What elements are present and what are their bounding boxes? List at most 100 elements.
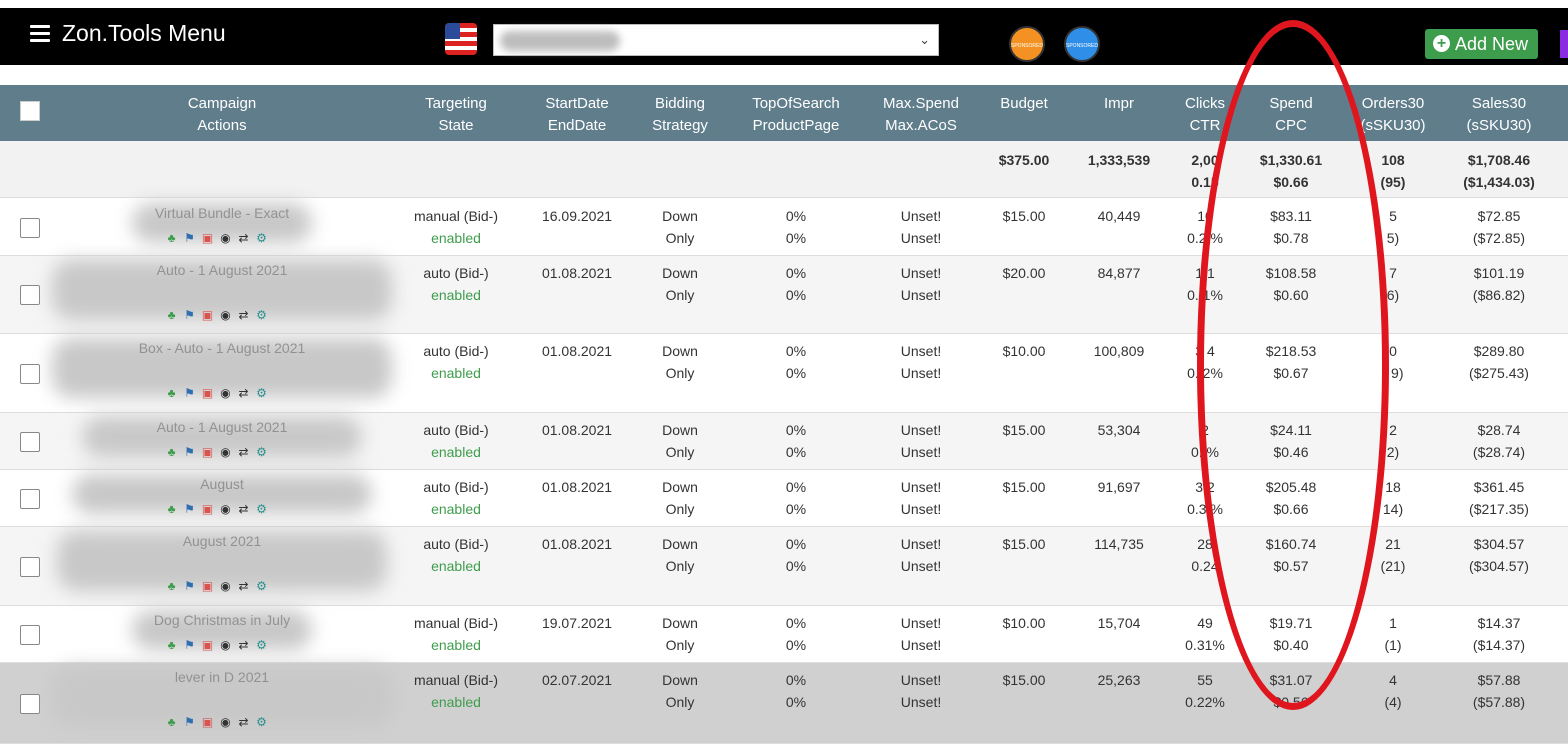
target-icon[interactable]: ◉	[218, 445, 233, 460]
bid-tag[interactable]: (Bid-)	[464, 208, 498, 224]
campaigns-icon[interactable]: ♣	[164, 386, 179, 401]
budget[interactable]: $10.00	[984, 612, 1064, 634]
shuffle-icon[interactable]: ⇄	[236, 386, 251, 401]
megaphone-icon[interactable]: ⚑	[182, 502, 197, 517]
settings-icon[interactable]: ⚙	[254, 308, 269, 323]
col-top-of-search[interactable]: TopOfSearch ProductPage	[741, 93, 851, 137]
max-spend[interactable]: Unset! Unset!	[866, 476, 976, 520]
bid-tag[interactable]: (Bid-)	[464, 672, 498, 688]
report-icon[interactable]: ▣	[200, 231, 215, 246]
megaphone-icon[interactable]: ⚑	[182, 579, 197, 594]
target-icon[interactable]: ◉	[218, 386, 233, 401]
campaign-name[interactable]: lever in D 2021	[52, 669, 392, 685]
max-spend[interactable]: Unset! Unset!	[866, 340, 976, 384]
bid-tag[interactable]: (Bid-)	[464, 615, 498, 631]
report-icon[interactable]: ▣	[200, 386, 215, 401]
sponsored-brands-icon[interactable]: SPONSORED BRANDS	[1009, 26, 1045, 85]
budget[interactable]: $10.00	[984, 340, 1064, 362]
budget[interactable]: $15.00	[984, 669, 1064, 691]
settings-icon[interactable]: ⚙	[254, 445, 269, 460]
shuffle-icon[interactable]: ⇄	[236, 638, 251, 653]
campaign-state[interactable]: enabled	[390, 634, 522, 656]
row-checkbox[interactable]	[20, 557, 40, 577]
bidding-strategy[interactable]: Down Only	[630, 340, 730, 384]
us-flag-icon[interactable]	[445, 23, 477, 55]
settings-icon[interactable]: ⚙	[254, 231, 269, 246]
bidding-strategy[interactable]: Down Only	[630, 205, 730, 249]
bidding-strategy[interactable]: Down Only	[630, 669, 730, 713]
campaigns-icon[interactable]: ♣	[164, 445, 179, 460]
row-checkbox[interactable]	[20, 218, 40, 238]
shuffle-icon[interactable]: ⇄	[236, 308, 251, 323]
row-checkbox[interactable]	[20, 694, 40, 714]
settings-icon[interactable]: ⚙	[254, 638, 269, 653]
megaphone-icon[interactable]: ⚑	[182, 638, 197, 653]
col-campaign[interactable]: Campaign Actions	[162, 93, 282, 137]
bidding-strategy[interactable]: Down Only	[630, 262, 730, 306]
megaphone-icon[interactable]: ⚑	[182, 308, 197, 323]
col-dates[interactable]: StartDate EndDate	[527, 93, 627, 137]
col-bidding[interactable]: Bidding Strategy	[630, 93, 730, 137]
row-checkbox[interactable]	[20, 364, 40, 384]
campaigns-icon[interactable]: ♣	[164, 231, 179, 246]
shuffle-icon[interactable]: ⇄	[236, 715, 251, 730]
bid-tag[interactable]: (Bid-)	[454, 343, 488, 359]
placement-adjust[interactable]: 0% 0%	[741, 205, 851, 249]
budget[interactable]: $15.00	[984, 533, 1064, 555]
campaign-state[interactable]: enabled	[390, 362, 522, 384]
placement-adjust[interactable]: 0% 0%	[741, 262, 851, 306]
report-icon[interactable]: ▣	[200, 308, 215, 323]
target-icon[interactable]: ◉	[218, 231, 233, 246]
bid-tag[interactable]: (Bid-)	[454, 536, 488, 552]
target-icon[interactable]: ◉	[218, 715, 233, 730]
target-icon[interactable]: ◉	[218, 638, 233, 653]
bid-tag[interactable]: (Bid-)	[454, 265, 488, 281]
row-checkbox[interactable]	[20, 432, 40, 452]
placement-adjust[interactable]: 0% 0%	[741, 476, 851, 520]
bid-tag[interactable]: (Bid-)	[454, 479, 488, 495]
shuffle-icon[interactable]: ⇄	[236, 502, 251, 517]
account-select[interactable]: ⌄	[493, 24, 939, 56]
campaign-name[interactable]: August	[52, 476, 392, 492]
megaphone-icon[interactable]: ⚑	[182, 231, 197, 246]
bidding-strategy[interactable]: Down Only	[630, 612, 730, 656]
campaigns-icon[interactable]: ♣	[164, 715, 179, 730]
campaign-state[interactable]: enabled	[390, 284, 522, 306]
placement-adjust[interactable]: 0% 0%	[741, 612, 851, 656]
campaign-name[interactable]: Virtual Bundle - Exact	[52, 205, 392, 221]
campaign-state[interactable]: enabled	[390, 441, 522, 463]
max-spend[interactable]: Unset! Unset!	[866, 669, 976, 713]
sponsored-display-icon[interactable]: SPONSORED DISPLAY	[1064, 26, 1100, 85]
bidding-strategy[interactable]: Down Only	[630, 476, 730, 520]
add-new-button[interactable]: + Add New	[1425, 29, 1538, 59]
campaign-state[interactable]: enabled	[390, 498, 522, 520]
shuffle-icon[interactable]: ⇄	[236, 231, 251, 246]
row-checkbox[interactable]	[20, 625, 40, 645]
campaign-name[interactable]: Auto - 1 August 2021	[52, 262, 392, 278]
report-icon[interactable]: ▣	[200, 445, 215, 460]
target-icon[interactable]: ◉	[218, 502, 233, 517]
campaign-state[interactable]: enabled	[390, 227, 522, 249]
budget[interactable]: $15.00	[984, 205, 1064, 227]
row-checkbox[interactable]	[20, 285, 40, 305]
report-icon[interactable]: ▣	[200, 579, 215, 594]
campaigns-icon[interactable]: ♣	[164, 638, 179, 653]
bid-tag[interactable]: (Bid-)	[454, 422, 488, 438]
megaphone-icon[interactable]: ⚑	[182, 715, 197, 730]
campaign-name[interactable]: August 2021	[52, 533, 392, 549]
side-tab[interactable]	[1560, 30, 1568, 58]
campaign-name[interactable]: Dog Christmas in July	[52, 612, 392, 628]
max-spend[interactable]: Unset! Unset!	[866, 262, 976, 306]
shuffle-icon[interactable]: ⇄	[236, 579, 251, 594]
campaigns-icon[interactable]: ♣	[164, 308, 179, 323]
placement-adjust[interactable]: 0% 0%	[741, 669, 851, 713]
settings-icon[interactable]: ⚙	[254, 502, 269, 517]
report-icon[interactable]: ▣	[200, 638, 215, 653]
report-icon[interactable]: ▣	[200, 502, 215, 517]
max-spend[interactable]: Unset! Unset!	[866, 612, 976, 656]
shuffle-icon[interactable]: ⇄	[236, 445, 251, 460]
report-icon[interactable]: ▣	[200, 715, 215, 730]
hamburger-menu-icon[interactable]	[30, 25, 50, 43]
settings-icon[interactable]: ⚙	[254, 715, 269, 730]
col-impr[interactable]: Impr	[1079, 93, 1159, 115]
